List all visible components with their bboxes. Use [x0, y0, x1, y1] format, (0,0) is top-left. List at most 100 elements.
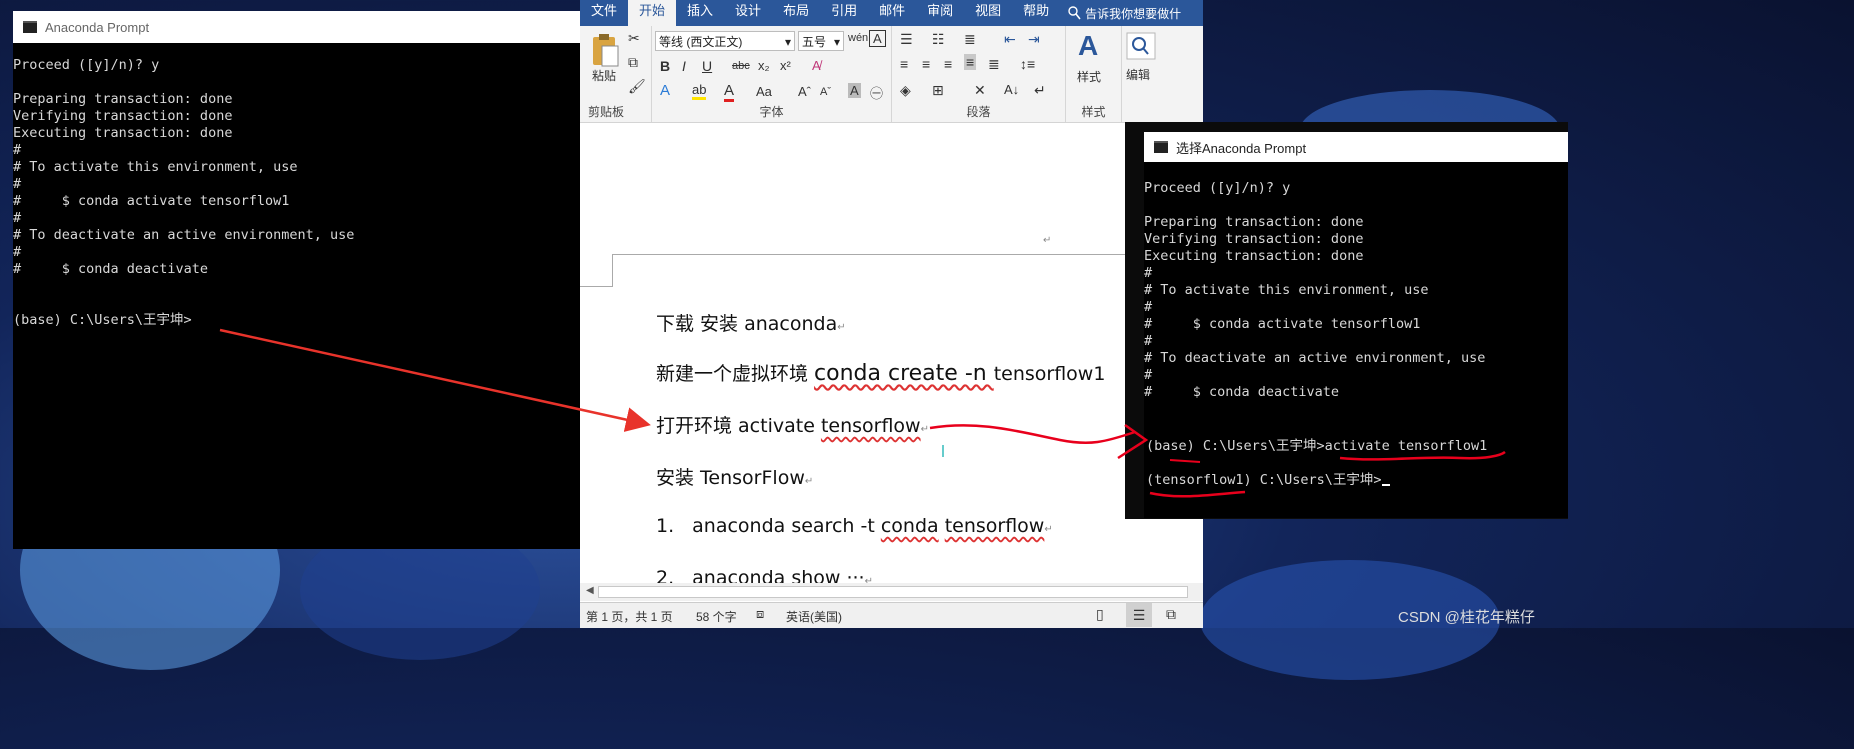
terminal-title-bar[interactable]: 选择Anaconda Prompt	[1144, 132, 1568, 162]
italic-icon[interactable]: I	[682, 58, 686, 74]
tab-file[interactable]: 文件	[580, 0, 628, 26]
tell-me-box[interactable]: 告诉我你想要做什	[1066, 5, 1181, 22]
subscript-icon[interactable]: x₂	[758, 58, 770, 73]
numbering-icon[interactable]: ☷	[932, 31, 945, 48]
grow-font-icon[interactable]: Aˆ	[798, 84, 811, 99]
doc-line-step-1[interactable]: 1. anaconda search -t conda tensorflow↵	[656, 515, 1053, 537]
tab-mailings[interactable]: 邮件	[868, 0, 916, 26]
align-right-icon[interactable]: ≡	[944, 56, 952, 72]
terminal-line: #	[1144, 265, 1153, 281]
scroll-thumb[interactable]	[598, 586, 1188, 598]
chinese-layout-icon[interactable]: ✕	[974, 82, 986, 99]
enclose-char-icon[interactable]: ㊀	[870, 83, 883, 102]
borders-icon[interactable]: ⊞	[932, 82, 944, 99]
word-count[interactable]: 58 个字	[696, 608, 737, 625]
lightbulb-icon	[1068, 6, 1081, 20]
align-center-icon[interactable]: ≡	[922, 56, 930, 72]
page-corner-mark	[580, 286, 613, 287]
change-case-icon[interactable]: Aa	[756, 84, 772, 99]
doc-line-activate-env[interactable]: 打开环境 activate tensorflow↵	[656, 411, 929, 438]
styles-gallery-icon[interactable]: A	[1078, 30, 1098, 62]
sort-icon[interactable]: A↓	[1004, 82, 1019, 97]
print-layout-icon[interactable]: ☰	[1126, 603, 1152, 627]
tab-layout[interactable]: 布局	[772, 0, 820, 26]
distributed-icon[interactable]: ≣	[988, 56, 1000, 73]
tab-insert[interactable]: 插入	[676, 0, 724, 26]
right-terminal-window[interactable]: 选择Anaconda Prompt Proceed ([y]/n)? y Prep…	[1144, 132, 1568, 518]
tab-references[interactable]: 引用	[820, 0, 868, 26]
word-window[interactable]: 文件 开始 插入 设计 布局 引用 邮件 审阅 视图 帮助 告诉我你想要做什 粘…	[580, 0, 1203, 628]
terminal-output[interactable]: Proceed ([y]/n)? y Preparing transaction:…	[1144, 162, 1568, 518]
superscript-icon[interactable]: x²	[780, 58, 791, 73]
terminal-line: Preparing transaction: done	[13, 91, 233, 107]
left-terminal-window[interactable]: Anaconda Prompt Proceed ([y]/n)? y Prepar…	[13, 11, 580, 549]
document-page[interactable]: ↵ 下载 安装 anaconda↵ 新建一个虚拟环境 conda create …	[580, 123, 1203, 589]
clear-format-icon[interactable]: A̸	[812, 58, 821, 73]
terminal-line: Executing transaction: done	[1144, 248, 1364, 264]
page-margin-line	[612, 254, 1203, 255]
tab-help[interactable]: 帮助	[1012, 0, 1060, 26]
shading-icon[interactable]: ◈	[900, 82, 911, 99]
font-color-icon[interactable]: A	[724, 82, 735, 102]
styles-button-label[interactable]: 样式	[1077, 68, 1101, 85]
tab-view[interactable]: 视图	[964, 0, 1012, 26]
shrink-font-icon[interactable]: Aˇ	[820, 86, 831, 98]
search-icon[interactable]	[1126, 32, 1156, 60]
increase-indent-icon[interactable]: ⇥	[1028, 31, 1040, 48]
doc-line-install-tf[interactable]: 安装 TensorFlow↵	[656, 463, 813, 490]
doc-line-create-env[interactable]: 新建一个虚拟环境 conda create -n tensorflow1	[656, 359, 1105, 386]
align-left-icon[interactable]: ≡	[900, 56, 908, 72]
paste-label[interactable]: 粘贴	[592, 67, 616, 84]
terminal-title: Anaconda Prompt	[45, 19, 150, 35]
web-layout-icon[interactable]: ⧉	[1166, 606, 1176, 623]
terminal-title: 选择Anaconda Prompt	[1176, 140, 1307, 156]
cut-icon[interactable]: ✂	[628, 30, 640, 47]
language-indicator[interactable]: 英语(美国)	[786, 608, 842, 625]
terminal-line: Verifying transaction: done	[1144, 231, 1364, 247]
terminal-output[interactable]: Proceed ([y]/n)? y Preparing transaction:…	[13, 43, 580, 549]
proofing-icon[interactable]: ⧈	[756, 606, 764, 622]
multilevel-list-icon[interactable]: ≣	[964, 31, 976, 48]
phonetic-guide-icon[interactable]: wén	[848, 32, 868, 44]
copy-icon[interactable]: ⧉	[628, 54, 638, 71]
highlight-icon[interactable]: ab	[692, 82, 707, 100]
char-border-icon[interactable]: A	[869, 30, 886, 47]
terminal-command-line[interactable]: (base) C:\Users\王宇坤>activate tensorflow1	[1146, 434, 1487, 454]
edit-button-label[interactable]: 编辑	[1126, 66, 1150, 83]
horizontal-scrollbar[interactable]: ◀	[580, 583, 1203, 601]
read-mode-icon[interactable]: ▯	[1096, 606, 1104, 623]
bold-icon[interactable]: B	[660, 58, 670, 74]
strikethrough-icon[interactable]: abc	[732, 60, 750, 72]
tab-review[interactable]: 审阅	[916, 0, 964, 26]
bullets-icon[interactable]: ☰	[900, 31, 913, 48]
editing-group: 编辑	[1122, 26, 1162, 122]
terminal-line: #	[1144, 367, 1153, 383]
status-bar: 第 1 页，共 1 页 58 个字 ⧈ 英语(美国) ▯ ☰ ⧉	[580, 602, 1203, 628]
format-painter-icon[interactable]: 🖌	[628, 78, 646, 95]
page-corner-mark	[612, 254, 613, 287]
char-shading-icon[interactable]: A	[848, 83, 861, 98]
font-size-select[interactable]: 五号 ▾	[798, 31, 844, 51]
show-marks-icon[interactable]: ↵	[1034, 82, 1046, 99]
terminal-line: Proceed ([y]/n)? y	[1144, 180, 1291, 196]
text-cursor	[942, 445, 944, 457]
page-count[interactable]: 第 1 页，共 1 页	[586, 608, 673, 625]
line-spacing-icon[interactable]: ↕≡	[1020, 56, 1035, 72]
terminal-env-line[interactable]: (tensorflow1) C:\Users\王宇坤>	[1146, 468, 1390, 488]
terminal-line: # $ conda activate tensorflow1	[13, 193, 290, 209]
tab-design[interactable]: 设计	[724, 0, 772, 26]
terminal-line: # To activate this environment, use	[1144, 282, 1429, 298]
terminal-title-bar[interactable]: Anaconda Prompt	[13, 11, 580, 43]
justify-icon[interactable]: ≡	[964, 54, 977, 70]
underline-icon[interactable]: U	[702, 58, 712, 74]
decrease-indent-icon[interactable]: ⇤	[1004, 31, 1016, 48]
text-effects-icon[interactable]: A	[660, 82, 670, 99]
font-name-select[interactable]: 等线 (西文正文) ▾	[655, 31, 795, 51]
paste-icon[interactable]	[590, 32, 620, 68]
doc-line-download[interactable]: 下载 安装 anaconda↵	[656, 309, 846, 336]
scroll-left-icon[interactable]: ◀	[586, 585, 594, 596]
tab-home[interactable]: 开始	[628, 0, 677, 26]
